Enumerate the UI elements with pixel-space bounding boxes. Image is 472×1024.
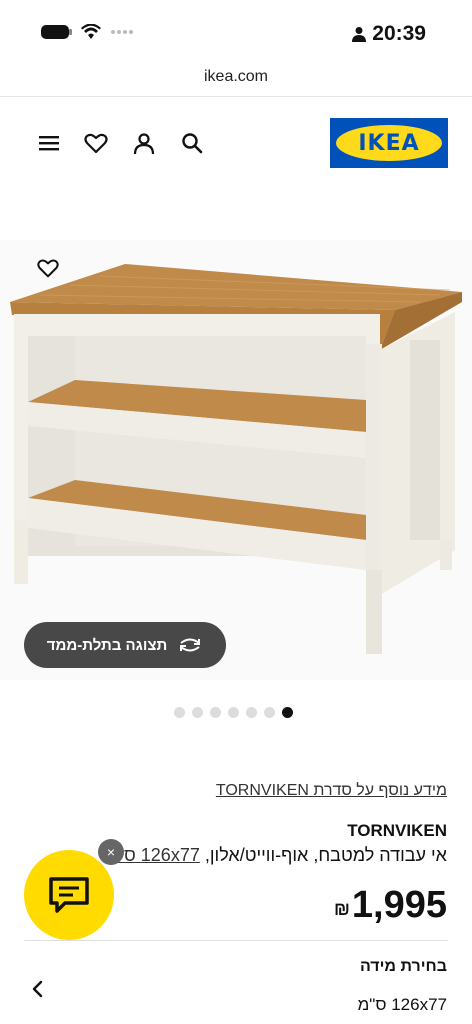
product-price: ₪1,995 (334, 884, 447, 927)
product-name: TORNVIKEN (347, 821, 447, 840)
size-selection-value[interactable]: 126x77 ס"מ (358, 995, 447, 1015)
menu-icon[interactable] (36, 130, 62, 156)
pagination-dot[interactable] (174, 707, 185, 718)
currency-symbol: ₪ (333, 899, 350, 919)
chat-button[interactable] (24, 850, 114, 940)
signal-icon (111, 30, 133, 34)
user-icon[interactable] (131, 130, 157, 156)
logo-text: IKEA (358, 130, 420, 156)
divider (0, 96, 472, 97)
product-image[interactable] (0, 240, 472, 680)
favorite-heart-icon[interactable] (36, 256, 60, 280)
price-value: 1,995 (351, 884, 447, 926)
gallery-pagination (174, 707, 293, 718)
battery-icon (41, 25, 72, 39)
divider (24, 940, 448, 941)
pagination-dot[interactable] (246, 707, 257, 718)
view-3d-button[interactable]: תצוגה בתלת-ממד (24, 622, 226, 668)
chat-bubble-icon (49, 877, 89, 913)
product-description: אי עבודה למטבח, אוף-ווייט/אלון, 126x77 ס… (105, 845, 447, 866)
chevron-left-icon[interactable] (30, 978, 46, 1000)
wifi-icon (81, 24, 101, 39)
size-selection-title: בחירת מידה (359, 958, 447, 975)
status-left (40, 24, 136, 40)
logo-oval: IKEA (336, 125, 442, 161)
heart-icon[interactable] (83, 130, 109, 156)
pagination-dot[interactable] (192, 707, 203, 718)
clock-text: 20:39 (372, 22, 426, 45)
site-header: IKEA (0, 118, 472, 170)
pagination-dot[interactable] (228, 707, 239, 718)
pagination-dot[interactable] (264, 707, 275, 718)
url-bar[interactable]: ikea.com (0, 68, 472, 86)
person-icon (352, 27, 367, 42)
ikea-logo[interactable]: IKEA (330, 118, 448, 168)
chat-close-button[interactable]: × (98, 839, 124, 865)
pagination-dot-active[interactable] (282, 707, 293, 718)
series-info-link[interactable]: מידע נוסף על סדרת TORNVIKEN (216, 782, 447, 800)
search-icon[interactable] (179, 130, 205, 156)
rotate-3d-icon (180, 638, 201, 652)
status-time: 20:39 (352, 22, 426, 46)
status-bar: 20:39 (0, 0, 472, 64)
product-description-text: אי עבודה למטבח, אוף-ווייט/אלון, (204, 845, 447, 865)
view-3d-label: תצוגה בתלת-ממד (46, 636, 168, 654)
pagination-dot[interactable] (210, 707, 221, 718)
